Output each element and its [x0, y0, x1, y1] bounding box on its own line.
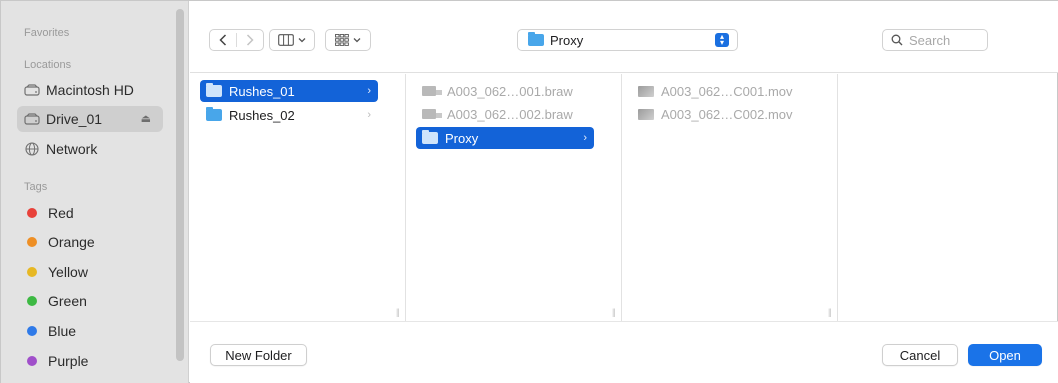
list-item-rushes-01[interactable]: Rushes_01 ›	[200, 80, 378, 102]
open-button[interactable]: Open	[968, 344, 1042, 366]
chevron-right-icon	[246, 34, 254, 46]
column-1: Rushes_01 › Rushes_02 › ||	[190, 74, 406, 321]
braw-file-icon	[422, 86, 442, 96]
folder-icon	[206, 107, 222, 121]
green-tag-dot	[27, 296, 37, 306]
sidebar-item-label: Drive_01	[46, 111, 103, 127]
list-item-braw-001[interactable]: A003_062…001.braw	[416, 80, 594, 102]
sidebar-tag-purple[interactable]: Purple	[17, 348, 163, 374]
sidebar-item-network[interactable]: Network	[17, 136, 163, 162]
folder-icon	[206, 83, 222, 97]
sidebar-item-label: Blue	[48, 323, 77, 339]
open-dialog: Favorites Locations Macintosh HD Drive_0…	[0, 0, 1058, 383]
eject-icon[interactable]: ⏏	[141, 112, 151, 125]
view-mode-button[interactable]	[269, 29, 315, 51]
chevron-right-icon: ›	[583, 132, 587, 144]
list-item-proxy[interactable]: Proxy ›	[416, 127, 594, 149]
sidebar-tag-red[interactable]: Red	[17, 200, 163, 226]
orange-tag-dot	[27, 237, 37, 247]
drive-icon	[24, 83, 40, 97]
column-browser: Rushes_01 › Rushes_02 › || A003_062…001.…	[190, 74, 1058, 321]
item-label: A003_062…C002.mov	[661, 106, 793, 122]
back-button[interactable]	[210, 30, 236, 50]
sidebar-item-label: Red	[48, 205, 74, 221]
sidebar-tag-yellow[interactable]: Yellow	[17, 259, 163, 285]
view-mode-control	[270, 30, 314, 50]
sidebar-item-label: Purple	[48, 353, 89, 369]
item-label: A003_062…001.braw	[447, 83, 573, 99]
toolbar: Proxy ▴ ▾ Search	[190, 1, 1058, 73]
back-forward-group	[209, 29, 264, 51]
item-label: A003_062…002.braw	[447, 106, 573, 122]
list-item-mov-c002[interactable]: A003_062…C002.mov	[632, 103, 810, 125]
yellow-tag-dot	[27, 267, 37, 277]
new-folder-button[interactable]: New Folder	[210, 344, 307, 366]
forward-button[interactable]	[237, 30, 263, 50]
locations-heading: Locations	[24, 59, 72, 71]
search-field[interactable]: Search	[882, 29, 988, 51]
list-item-braw-002[interactable]: A003_062…002.braw	[416, 103, 594, 125]
sidebar: Favorites Locations Macintosh HD Drive_0…	[1, 1, 189, 383]
search-icon	[891, 34, 903, 46]
braw-file-icon	[422, 109, 442, 119]
sidebar-scrollbar[interactable]	[176, 9, 184, 361]
up-down-arrows-icon: ▴ ▾	[715, 33, 729, 47]
chevron-left-icon	[219, 34, 227, 46]
item-label: A003_062…C001.mov	[661, 83, 793, 99]
chevron-down-icon	[298, 38, 306, 43]
chevron-right-icon: ›	[367, 109, 371, 121]
column-resize-handle[interactable]: ||	[828, 307, 832, 317]
blue-tag-dot	[27, 326, 37, 336]
sidebar-tag-orange[interactable]: Orange	[17, 229, 163, 255]
group-control	[326, 30, 370, 50]
red-tag-dot	[27, 208, 37, 218]
drive-icon	[24, 112, 40, 126]
sidebar-item-drive-01[interactable]: Drive_01 ⏏	[17, 106, 163, 132]
column-3: A003_062…C001.mov A003_062…C002.mov ||	[622, 74, 838, 321]
sidebar-item-label: Network	[46, 141, 98, 157]
sidebar-item-label: Macintosh HD	[46, 82, 134, 98]
sidebar-tag-blue[interactable]: Blue	[17, 318, 163, 344]
network-icon	[24, 142, 40, 156]
video-file-icon	[638, 85, 654, 97]
column-4	[838, 74, 1058, 321]
group-by-button[interactable]	[325, 29, 371, 51]
favorites-heading: Favorites	[24, 27, 70, 39]
folder-icon	[422, 130, 438, 144]
sidebar-item-label: Orange	[48, 234, 95, 250]
chevron-down-icon	[353, 38, 361, 43]
column-resize-handle[interactable]: ||	[396, 307, 400, 317]
item-label: Rushes_01	[229, 83, 295, 99]
folder-icon	[528, 32, 544, 46]
search-placeholder: Search	[909, 32, 951, 48]
video-file-icon	[638, 108, 654, 120]
sidebar-item-label: Green	[48, 293, 87, 309]
sidebar-item-macintosh-hd[interactable]: Macintosh HD	[17, 77, 163, 103]
item-label: Rushes_02	[229, 107, 295, 123]
sidebar-item-label: Yellow	[48, 264, 88, 280]
column-view-icon	[278, 34, 294, 46]
location-popup[interactable]: Proxy ▴ ▾	[517, 29, 738, 51]
location-popup-label: Proxy	[550, 32, 584, 48]
cancel-button[interactable]: Cancel	[882, 344, 958, 366]
list-item-mov-c001[interactable]: A003_062…C001.mov	[632, 80, 810, 102]
bottom-bar: New Folder Cancel Open	[190, 321, 1058, 383]
item-label: Proxy	[445, 130, 479, 146]
column-resize-handle[interactable]: ||	[612, 307, 616, 317]
purple-tag-dot	[27, 356, 37, 366]
sidebar-tag-green[interactable]: Green	[17, 288, 163, 314]
chevron-right-icon: ›	[367, 85, 371, 97]
grid-icon	[335, 34, 349, 46]
tags-heading: Tags	[24, 181, 48, 193]
column-2: A003_062…001.braw A003_062…002.braw Prox…	[406, 74, 622, 321]
list-item-rushes-02[interactable]: Rushes_02 ›	[200, 104, 378, 126]
